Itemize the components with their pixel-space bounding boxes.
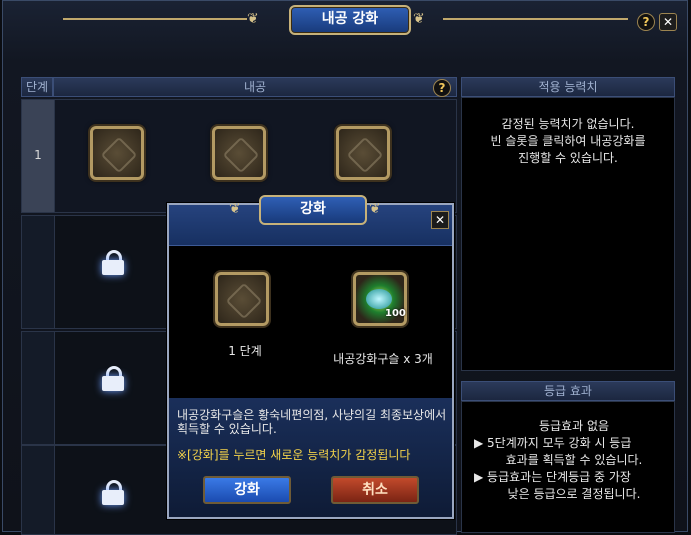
hexagon-icon xyxy=(346,136,384,174)
grade-effect-header: 등급 효과 xyxy=(461,381,675,401)
dialog-body: 100 1 단계 내공강화구슬 x 3개 xyxy=(169,246,452,398)
applied-stats-header: 적용 능력치 xyxy=(461,77,675,97)
stage-number: 1 xyxy=(22,100,55,212)
hexagon-icon xyxy=(222,136,260,174)
orb-icon xyxy=(366,289,392,309)
dialog-title: 강화 xyxy=(259,195,367,225)
lock-icon xyxy=(100,480,126,506)
title-ornament-left-icon: ❦ xyxy=(247,11,259,27)
hexagon-icon xyxy=(225,282,263,320)
applied-stats-panel: 감정된 능력치가 없습니다. 빈 슬롯을 클릭하여 내공강화를 진행할 수 있습… xyxy=(461,97,675,371)
neigong-header: 내공 xyxy=(53,77,457,97)
grade-line: 낮은 등급으로 결정됩니다. xyxy=(507,487,641,501)
title-divider-left xyxy=(63,18,247,20)
cancel-button[interactable]: 취소 xyxy=(331,476,419,504)
stage-number xyxy=(22,216,55,328)
dialog-close-icon[interactable]: ✕ xyxy=(431,211,449,229)
orb-item-label: 내공강화구슬 x 3개 xyxy=(333,352,433,366)
neigong-slot-3[interactable] xyxy=(336,126,390,180)
lock-icon xyxy=(100,366,126,392)
stage-item-slot xyxy=(215,272,269,326)
applied-line: 진행할 수 있습니다. xyxy=(518,151,618,165)
grade-line: 등급효과 없음 xyxy=(538,419,610,433)
stage-number xyxy=(22,446,55,534)
applied-line: 감정된 능력치가 없습니다. xyxy=(501,117,635,131)
grade-line: ▶ 5단계까지 모두 강화 시 등급 xyxy=(474,436,632,450)
grade-effect-panel: 등급효과 없음 ▶ 5단계까지 모두 강화 시 등급 효과를 획득할 수 있습니… xyxy=(461,401,675,533)
title-ornament-right-icon: ❦ xyxy=(413,11,425,27)
dialog-header: ❦ 강화 ❦ ✕ xyxy=(169,195,452,246)
stage-row-1: 1 xyxy=(21,99,457,213)
stage-item-label: 1 단계 xyxy=(228,344,262,358)
neigong-help-icon[interactable]: ? xyxy=(433,79,451,97)
enhance-dialog: ❦ 강화 ❦ ✕ 100 1 단계 내공강화구슬 x 3개 내공강화구슬은 황숙… xyxy=(167,195,454,519)
stage-header: 단계 xyxy=(21,77,53,97)
title-divider-right xyxy=(443,18,628,20)
window-title: 내공 강화 xyxy=(289,5,411,35)
dialog-ornament-right-icon: ❦ xyxy=(369,201,381,217)
neigong-slot-2[interactable] xyxy=(212,126,266,180)
neigong-slot-1[interactable] xyxy=(90,126,144,180)
help-icon[interactable]: ? xyxy=(637,13,655,31)
enhance-button[interactable]: 강화 xyxy=(203,476,291,504)
dialog-ornament-left-icon: ❦ xyxy=(229,201,241,217)
close-icon[interactable]: ✕ xyxy=(659,13,677,31)
orb-quantity: 100 xyxy=(385,308,406,319)
dialog-footer: 내공강화구슬은 황숙네편의점, 사냥의길 최종보상에서 획득할 수 있습니다. … xyxy=(169,398,452,517)
orb-source-info: 내공강화구슬은 황숙네편의점, 사냥의길 최종보상에서 획득할 수 있습니다. xyxy=(177,408,447,436)
grade-line: ▶ 등급효과는 단계등급 중 가장 xyxy=(474,470,631,484)
applied-line: 빈 슬롯을 클릭하여 내공강화를 xyxy=(490,134,646,148)
lock-icon xyxy=(100,250,126,276)
grade-line: 효과를 획득할 수 있습니다. xyxy=(505,453,643,467)
hexagon-icon xyxy=(100,136,138,174)
enhance-warning: ※[강화]를 누르면 새로운 능력치가 감정됩니다 xyxy=(177,448,411,462)
stage-number xyxy=(22,332,55,444)
